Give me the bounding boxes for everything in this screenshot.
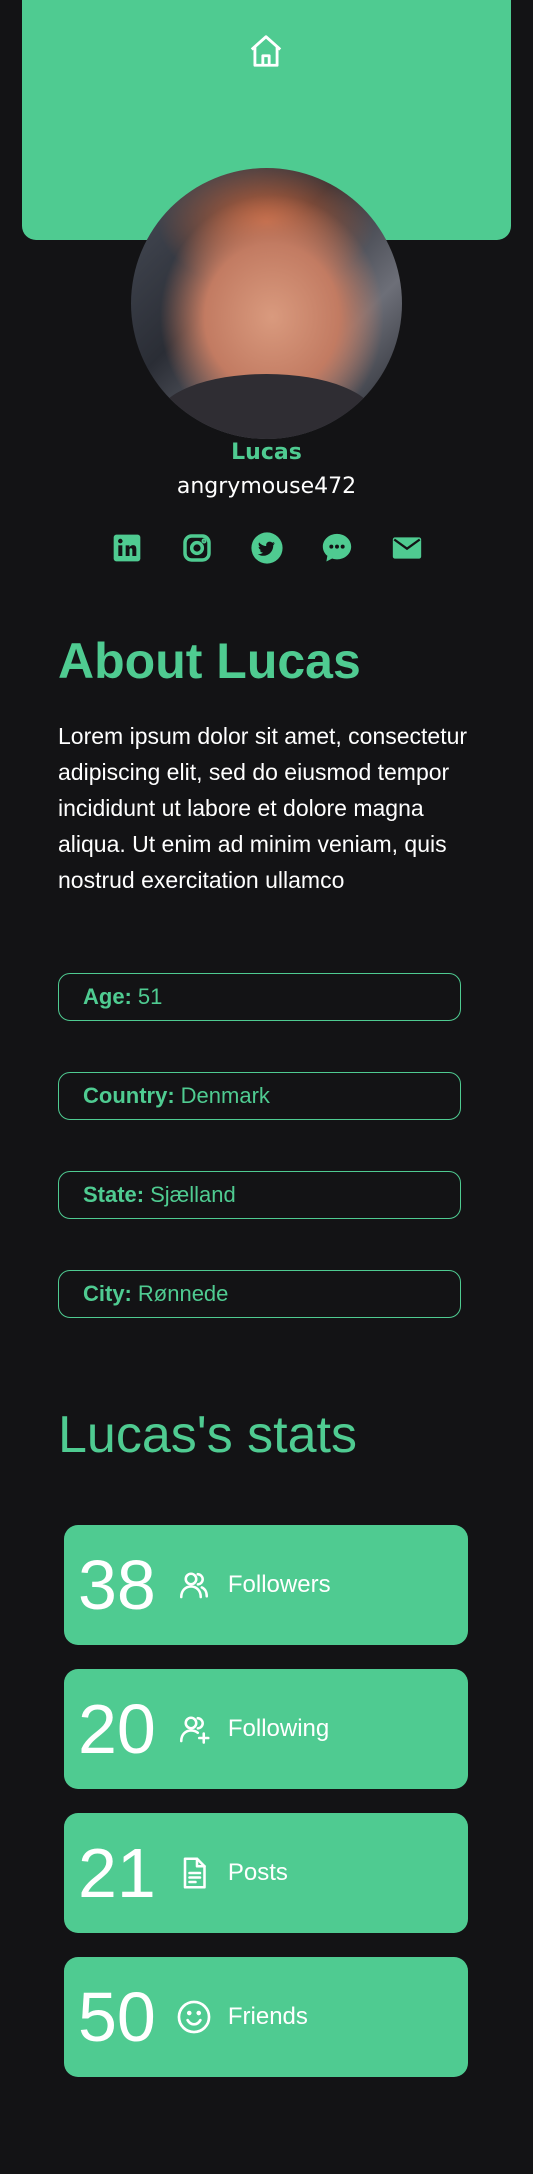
info-country: Country: Denmark — [58, 1072, 461, 1120]
info-city: City: Rønnede — [58, 1270, 461, 1318]
info-state: State: Sjælland — [58, 1171, 461, 1219]
info-age: Age: 51 — [58, 973, 461, 1021]
smile-icon — [174, 1997, 214, 2037]
stat-posts-value: 21 — [78, 1834, 156, 1912]
stat-card-following[interactable]: 20 Following — [64, 1669, 468, 1789]
instagram-icon — [183, 534, 211, 562]
info-age-label: Age: — [83, 984, 132, 1009]
mail-icon — [392, 537, 422, 559]
stat-card-followers[interactable]: 38 Followers — [64, 1525, 468, 1645]
info-state-label: State: — [83, 1182, 145, 1207]
document-icon — [174, 1853, 214, 1893]
twitter-link[interactable] — [250, 531, 284, 565]
avatar-shirt — [158, 373, 375, 439]
stat-card-friends[interactable]: 50 Friends — [64, 1957, 468, 2077]
info-city-label: City: — [83, 1281, 132, 1306]
home-button[interactable] — [245, 30, 287, 72]
twitter-icon — [251, 532, 283, 564]
stat-posts-label: Posts — [227, 1859, 288, 1886]
profile-handle: angrymouse472 — [176, 474, 357, 499]
social-links — [110, 528, 424, 568]
profile-first-name: Lucas — [231, 440, 302, 465]
about-title: About Lucas — [58, 633, 361, 689]
info-age-value: 51 — [137, 984, 163, 1009]
stat-friends-value: 50 — [78, 1978, 156, 2056]
chat-icon — [322, 533, 352, 562]
stat-card-posts[interactable]: 21 Posts — [64, 1813, 468, 1933]
chat-link[interactable] — [320, 531, 354, 565]
stat-friends-label: Friends — [227, 2003, 308, 2030]
users-icon — [174, 1565, 214, 1605]
info-city-value: Rønnede — [137, 1281, 229, 1306]
linkedin-icon — [113, 534, 141, 562]
stat-following-value: 20 — [78, 1690, 156, 1768]
user-add-icon — [174, 1709, 214, 1749]
home-icon — [250, 35, 282, 67]
about-text: Lorem ipsum dolor sit amet, consectetur … — [58, 723, 468, 893]
instagram-link[interactable] — [180, 531, 214, 565]
linkedin-link[interactable] — [110, 531, 144, 565]
stat-followers-label: Followers — [227, 1571, 331, 1598]
info-state-value: Sjælland — [150, 1182, 236, 1207]
avatar — [131, 168, 402, 439]
stat-followers-value: 38 — [78, 1546, 156, 1624]
info-country-value: Denmark — [180, 1083, 270, 1108]
stat-following-label: Following — [227, 1715, 330, 1742]
info-country-label: Country: — [83, 1083, 175, 1108]
stats-title: Lucas's stats — [58, 1406, 357, 1464]
mail-link[interactable] — [390, 531, 424, 565]
